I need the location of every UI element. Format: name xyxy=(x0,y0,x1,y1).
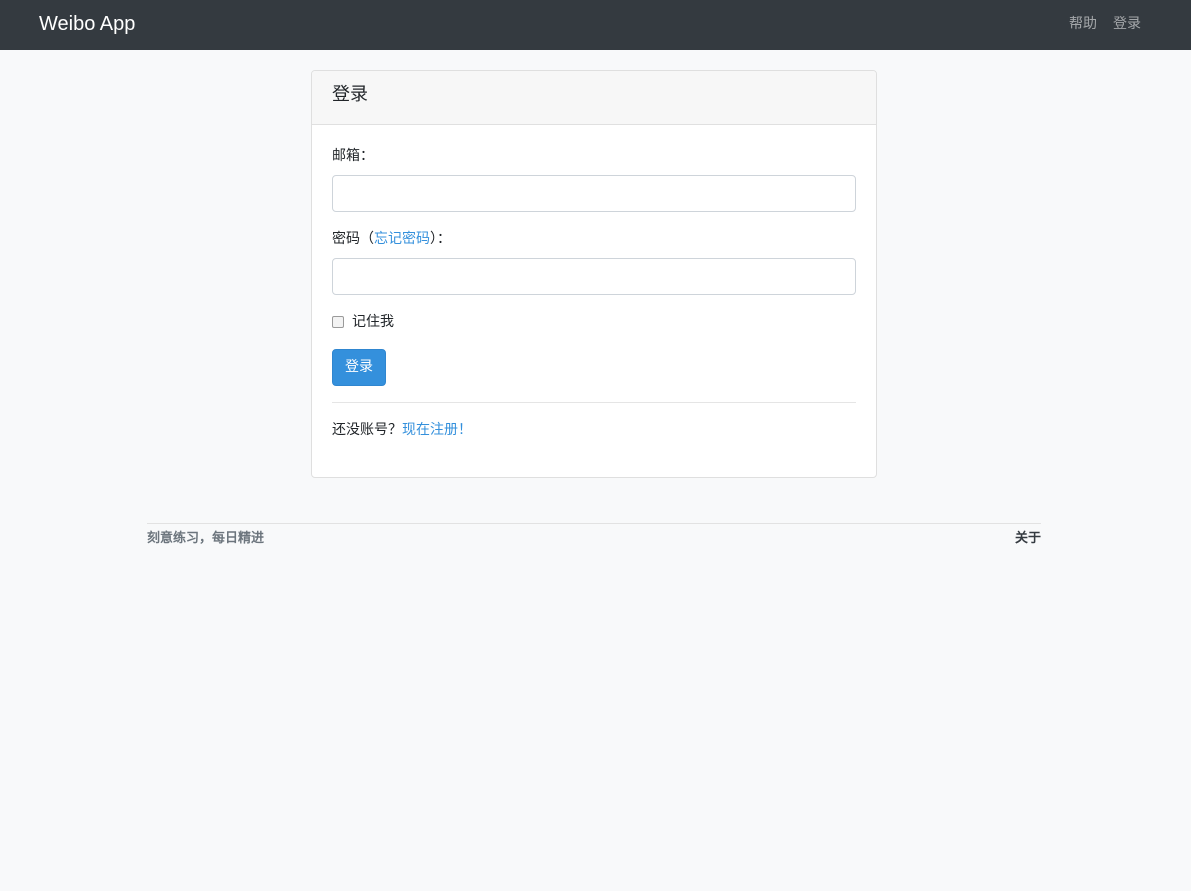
footer-divider xyxy=(147,523,1041,524)
email-input[interactable] xyxy=(332,175,856,212)
footer-slogan: 刻意练习，每日精进 xyxy=(147,531,265,546)
footer-about-link[interactable]: 关于 xyxy=(1015,531,1041,547)
remember-me-label[interactable]: 记住我 xyxy=(352,313,394,331)
email-label: 邮箱： xyxy=(332,148,374,164)
top-navbar: Weibo App 帮助 登录 xyxy=(0,0,1191,50)
login-submit-button[interactable]: 登录 xyxy=(332,349,386,386)
nav-help-link[interactable]: 帮助 xyxy=(1069,15,1097,33)
login-card-title: 登录 xyxy=(332,84,368,105)
forgot-password-link[interactable]: 忘记密码 xyxy=(374,231,430,247)
password-input[interactable] xyxy=(332,258,856,295)
signup-prompt: 还没账号？现在注册！ xyxy=(332,421,472,439)
register-link[interactable]: 现在注册！ xyxy=(402,422,472,438)
password-label-prefix: 密码（ xyxy=(332,231,374,247)
card-divider xyxy=(332,402,856,403)
nav-login-link[interactable]: 登录 xyxy=(1113,15,1141,33)
remember-me-checkbox[interactable] xyxy=(332,316,344,328)
password-label-suffix: ）： xyxy=(430,231,451,247)
no-account-text: 还没账号？ xyxy=(332,422,402,438)
login-card-header: 登录 xyxy=(312,71,876,125)
brand-logo-link[interactable]: Weibo App xyxy=(39,12,135,36)
password-label: 密码（忘记密码）： xyxy=(332,230,451,248)
login-card: 登录 邮箱： 密码（忘记密码）： 记住我 登录 还没账号？现在注册！ xyxy=(311,70,877,478)
